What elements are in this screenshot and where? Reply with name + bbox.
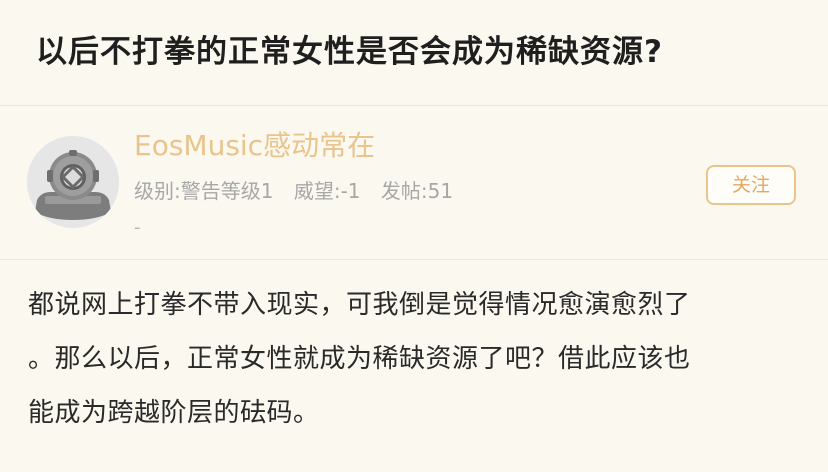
author-avatar[interactable] xyxy=(27,136,119,228)
header: 以后不打拳的正常女性是否会成为稀缺资源? xyxy=(0,0,828,106)
author-signature: - xyxy=(134,217,141,238)
author-name[interactable]: EosMusic感动常在 xyxy=(134,126,375,166)
post-content: 都说网上打拳不带入现实，可我倒是觉得情况愈演愈烈了 。那么以后，正常女性就成为稀… xyxy=(0,260,828,440)
author-meta: 级别:警告等级1 威望:-1 发帖:51 xyxy=(134,176,467,206)
content-line: 。那么以后，正常女性就成为稀缺资源了吧？借此应该也 xyxy=(28,344,691,374)
author-post-count: 发帖:51 xyxy=(380,179,454,203)
author-info: EosMusic感动常在 级别:警告等级1 威望:-1 发帖:51 - 关注 xyxy=(0,106,828,260)
content-line: 能成为跨越阶层的砝码。 xyxy=(28,398,320,428)
content-line: 都说网上打拳不带入现实，可我倒是觉得情况愈演愈烈了 xyxy=(28,290,691,320)
follow-button[interactable]: 关注 xyxy=(706,165,796,205)
author-prestige: 威望:-1 xyxy=(293,179,361,203)
post-title: 以后不打拳的正常女性是否会成为稀缺资源? xyxy=(36,34,663,70)
diving-helmet-icon xyxy=(27,136,119,228)
author-level: 级别:警告等级1 xyxy=(134,179,274,203)
